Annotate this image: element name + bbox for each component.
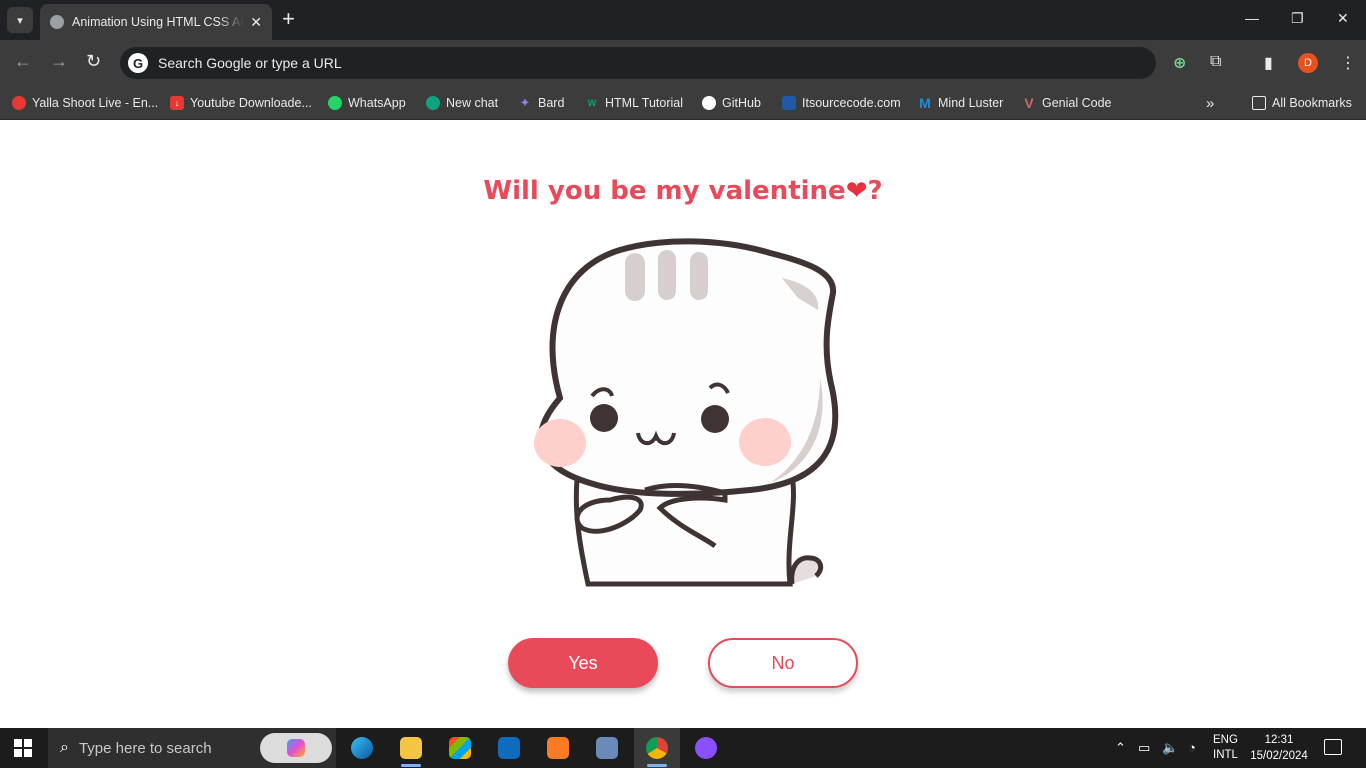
microsoft-store-icon[interactable] — [446, 734, 474, 762]
github-icon — [702, 96, 716, 110]
all-bookmarks-button[interactable]: All Bookmarks — [1252, 93, 1352, 113]
clock[interactable]: 12:31 15/02/2024 — [1246, 732, 1312, 764]
bookmark-whatsapp[interactable]: WhatsApp — [328, 93, 406, 113]
yalla-shoot-icon — [12, 96, 26, 110]
windows-start-icon[interactable] — [14, 739, 32, 757]
no-button[interactable]: No — [708, 638, 858, 688]
puzzle-extensions-icon[interactable]: ⧉ — [1210, 53, 1221, 71]
bookmark-new-chat[interactable]: New chat — [426, 93, 498, 113]
bookmark-bard[interactable]: ✦ Bard — [518, 93, 565, 113]
windows-taskbar: ⌕ Type here to search ⌃ ▭ 🔈 ◔ ENG INTL 1… — [0, 728, 1366, 768]
active-tab[interactable]: Animation Using HTML CSS And JavaScript … — [40, 4, 272, 40]
side-panel-icon[interactable]: ▮ — [1264, 53, 1273, 73]
address-bar[interactable]: G — [120, 47, 1156, 79]
reload-icon[interactable]: ↻ — [86, 51, 101, 72]
xampp-icon[interactable] — [544, 734, 572, 762]
page-content: Will you be my valentine❤? Yes No — [0, 121, 1366, 728]
edge-icon[interactable] — [348, 734, 376, 762]
more-menu-icon[interactable]: ⋮ — [1340, 53, 1356, 73]
minimize-icon[interactable]: — — [1245, 10, 1259, 26]
chrome-icon[interactable] — [643, 734, 671, 767]
chatgpt-icon — [426, 96, 440, 110]
remote-desktop-icon[interactable] — [593, 734, 621, 762]
add-extension-icon[interactable]: ⊕ — [1173, 53, 1186, 73]
wifi-icon[interactable]: ◔ — [1188, 740, 1196, 755]
copilot-button[interactable] — [260, 733, 332, 763]
close-tab-icon[interactable]: ✕ — [250, 14, 262, 31]
search-icon: ⌕ — [60, 739, 69, 756]
bookmark-itsourcecode[interactable]: Itsourcecode.com — [782, 93, 901, 113]
sparkle-icon: ✦ — [519, 95, 531, 110]
itsourcecode-icon — [782, 96, 796, 110]
chevron-up-icon[interactable]: ⌃ — [1115, 740, 1126, 756]
notification-icon[interactable] — [1324, 739, 1342, 755]
mind-luster-icon: M — [919, 95, 931, 111]
valentine-question: Will you be my valentine❤? — [483, 176, 883, 206]
bookmarks-bar: Yalla Shoot Live - En... ↓ Youtube Downl… — [0, 86, 1366, 120]
forward-arrow-icon[interactable]: → — [50, 51, 68, 72]
github-desktop-icon[interactable] — [692, 734, 720, 762]
restore-icon[interactable]: ❐ — [1291, 10, 1304, 27]
close-window-icon[interactable]: ✕ — [1337, 10, 1349, 27]
cat-animation-image — [534, 238, 839, 587]
bookmark-genial-code[interactable]: V Genial Code — [1022, 93, 1111, 113]
file-explorer-icon[interactable] — [397, 734, 425, 767]
yes-button[interactable]: Yes — [508, 638, 658, 688]
volume-icon[interactable]: 🔈 — [1162, 740, 1178, 756]
new-tab-button[interactable]: + — [282, 8, 295, 30]
folder-icon — [1252, 96, 1266, 110]
genial-code-icon: V — [1024, 95, 1034, 111]
download-icon: ↓ — [170, 96, 184, 110]
profile-avatar[interactable]: D — [1298, 53, 1318, 73]
bookmark-mind-luster[interactable]: M Mind Luster — [918, 93, 1003, 113]
more-bookmarks-chevron-icon[interactable]: » — [1206, 93, 1214, 113]
input-language[interactable]: ENG INTL — [1213, 733, 1238, 763]
bookmark-html-tutorial[interactable]: W HTML Tutorial — [585, 93, 683, 113]
bookmark-youtube-downloader[interactable]: ↓ Youtube Downloade... — [170, 93, 312, 113]
browser-tab-strip: ▾ Animation Using HTML CSS And JavaScrip… — [0, 0, 1366, 40]
omnibox-input[interactable] — [158, 55, 1058, 71]
globe-icon — [50, 15, 64, 29]
tab-search-button[interactable]: ▾ — [7, 7, 33, 33]
w3schools-icon: W — [587, 98, 597, 108]
battery-icon[interactable]: ▭ — [1138, 740, 1150, 756]
tab-title: Animation Using HTML CSS And JavaScript — [72, 15, 245, 29]
back-arrow-icon[interactable]: ← — [14, 51, 32, 72]
bookmark-yalla-shoot[interactable]: Yalla Shoot Live - En... — [12, 93, 158, 113]
outlook-icon[interactable] — [495, 734, 523, 762]
copilot-icon — [287, 739, 305, 757]
whatsapp-icon — [328, 96, 342, 110]
bookmark-github[interactable]: GitHub — [702, 93, 761, 113]
google-icon: G — [128, 53, 148, 73]
heart-icon: ❤ — [845, 176, 868, 206]
browser-toolbar: ← → ↻ G ⊕ ⧉ ▮ D ⋮ — [0, 40, 1366, 86]
